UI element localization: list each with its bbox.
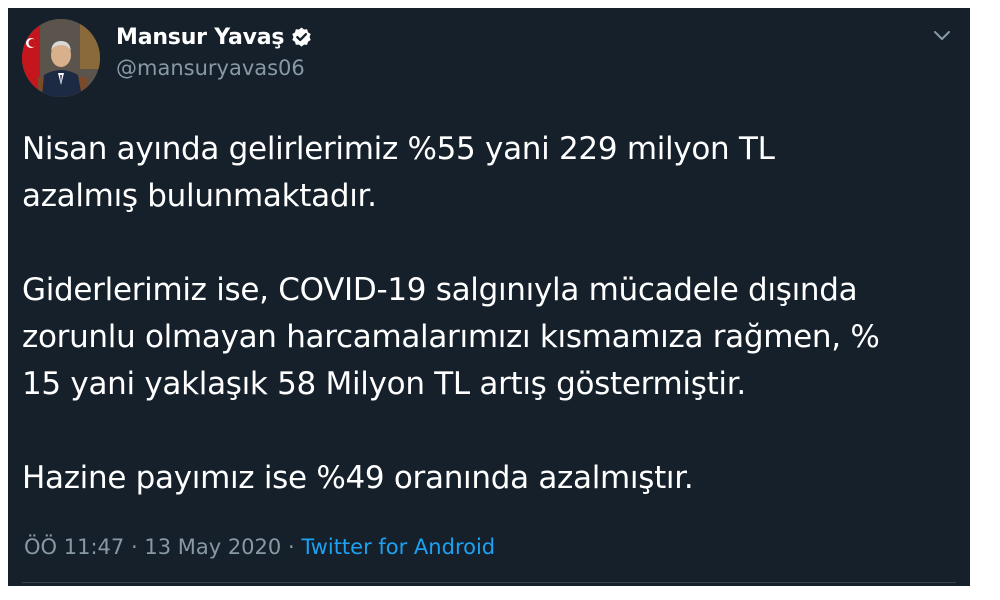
author-info: Mansur Yavaş @mansuryavas06 (116, 23, 313, 80)
author-handle[interactable]: @mansuryavas06 (116, 56, 313, 80)
tweet-text: Nisan ayında gelirlerimiz %55 yani 229 m… (22, 126, 952, 502)
display-name[interactable]: Mansur Yavaş (116, 25, 285, 50)
meta-separator: · (130, 535, 138, 559)
avatar-photo (22, 19, 100, 97)
tweet-source-link[interactable]: Twitter for Android (301, 535, 495, 559)
chevron-down-icon[interactable] (932, 28, 952, 42)
tweet-card: Mansur Yavaş @mansuryavas06 Nisan ayında… (8, 8, 970, 586)
tweet-date[interactable]: 13 May 2020 (144, 535, 281, 559)
tweet-meta: ÖÖ 11:47 · 13 May 2020 · Twitter for And… (24, 535, 495, 559)
tweet-paragraph: Nisan ayında gelirlerimiz %55 yani 229 m… (22, 131, 775, 214)
verified-badge-icon (290, 26, 313, 49)
tweet-paragraph: Giderlerimiz ise, COVID-19 salgınıyla mü… (22, 272, 880, 402)
meta-separator: · (287, 535, 295, 559)
name-row: Mansur Yavaş (116, 23, 313, 53)
avatar[interactable] (22, 19, 100, 97)
tweet-paragraph: Hazine payımız ise %49 oranında azalmışt… (22, 460, 694, 496)
tweet-time[interactable]: ÖÖ 11:47 (24, 535, 124, 559)
tweet-header: Mansur Yavaş @mansuryavas06 (22, 16, 313, 100)
divider (22, 582, 956, 583)
